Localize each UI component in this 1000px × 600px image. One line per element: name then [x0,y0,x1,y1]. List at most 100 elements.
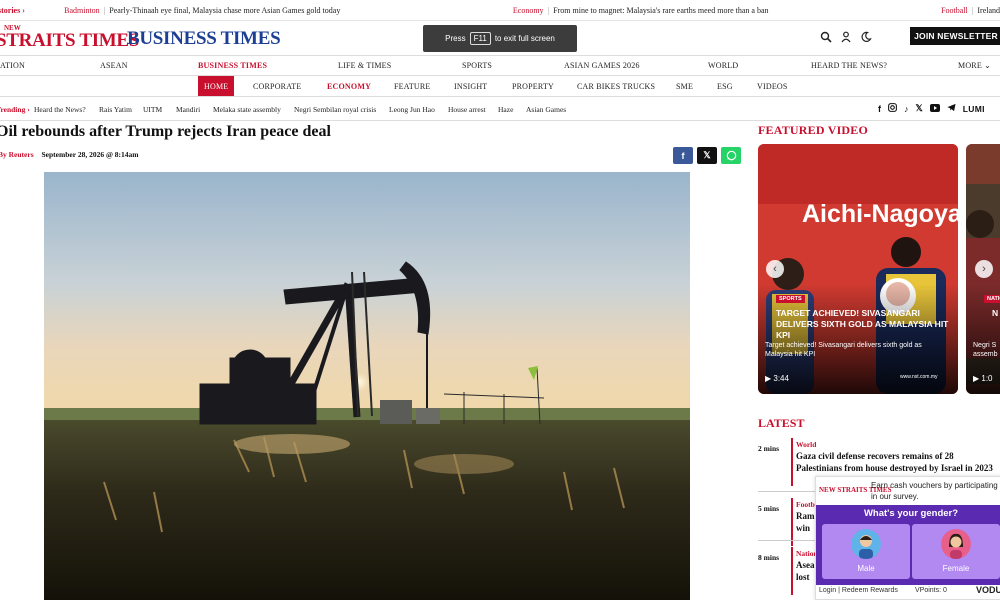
nav-item-asian-games[interactable]: ASIAN GAMES 2026 [564,61,640,70]
business-times-logo[interactable]: BUSINESS TIMES [127,28,281,50]
latest-item-title[interactable]: Ram win [796,510,816,534]
dark-mode-icon[interactable] [860,30,872,42]
facebook-icon[interactable]: f [878,104,881,114]
user-icon[interactable] [840,30,852,43]
trending-item[interactable]: Asian Games [526,105,566,114]
trending-item[interactable]: Negri Sembilan royal crisis [294,105,376,114]
ticker-category[interactable]: Football [941,6,968,15]
header-icons [820,30,872,43]
ticker-headline[interactable]: Pearly-Thinaah eye final, Malaysia chase… [109,6,340,15]
video-title[interactable]: TARGET ACHIEVED! SIVASANGARI DELIVERS SI… [776,308,952,341]
trending-item[interactable]: House arrest [448,105,486,114]
section-tab-car-bikes-trucks[interactable]: CAR BIKES TRUCKS [577,82,655,91]
survey-option-male[interactable]: Male [822,524,910,579]
tiktok-icon[interactable]: ♪ [904,104,909,114]
video-source: www.nst.com.my [900,374,938,380]
nav-item-more[interactable]: MORE ⌄ [958,61,991,70]
article-author[interactable]: By Reuters [0,150,34,159]
share-whatsapp-button[interactable] [721,147,741,164]
nav-item-asean[interactable]: ASEAN [100,61,128,70]
trending-bar: Trending › Heard the News? Rais Yatim UI… [0,97,1000,121]
section-tab-sme[interactable]: SME [676,82,693,91]
fullscreen-notice: Press F11 to exit full screen [423,25,577,52]
vodus-logo: VODU [976,585,1000,595]
site-header: NEW STRAITS TIMES BUSINESS TIMES Press F… [0,22,1000,56]
ticker-separator: | [971,5,974,15]
article-byline: By Reuters September 28, 2026 @ 8:14am [0,150,139,159]
female-avatar-icon [941,529,971,559]
ticker-category[interactable]: Economy [513,6,544,15]
latest-item-accent [791,438,793,486]
x-icon: 𝕏 [703,150,711,160]
section-tab-economy[interactable]: ECONOMY [327,82,371,91]
survey-vpoints: VPoints: 0 [915,587,947,594]
latest-item-time: 5 mins [758,504,780,513]
lumi-logo[interactable]: LUMI [963,104,985,114]
trending-item[interactable]: Heard the News? [34,105,86,114]
video-duration: ▶ 1:0 [973,374,993,383]
trending-item[interactable]: Rais Yatim [99,105,132,114]
featured-video-card[interactable]: NATION N F Negri S assemb ▶ 1:0 › [966,144,1000,394]
section-tab-videos[interactable]: VIDEOS [757,82,788,91]
latest-item-accent [791,498,793,546]
social-links: f ♪ 𝕏 LUMI [878,103,985,114]
latest-item-category[interactable]: World [796,440,816,449]
ticker-category[interactable]: Badminton [64,6,100,15]
nav-item-heard-the-news[interactable]: HEARD THE NEWS? [811,61,887,70]
video-caption: Negri S assemb [973,342,998,358]
survey-option-female[interactable]: Female [912,524,1000,579]
section-tab-property[interactable]: PROPERTY [512,82,554,91]
nav-item-life-times[interactable]: LIFE & TIMES [338,61,391,70]
nav-item-sports[interactable]: SPORTS [462,61,492,70]
video-title[interactable]: N F [992,308,1000,319]
nav-item-business-times[interactable]: BUSINESS TIMES [198,61,267,70]
trending-item[interactable]: Melaka state assembly [213,105,281,114]
instagram-icon[interactable] [888,103,897,114]
whatsapp-icon [726,150,736,161]
video-caption: Target achieved! Sivasangari delivers si… [765,342,922,358]
trending-item[interactable]: Haze [498,105,513,114]
nav-item-nation[interactable]: NATION [0,61,25,70]
carousel-prev-button[interactable]: ‹ [766,260,784,278]
featured-video-card[interactable]: Aichi-Nagoya SPORTS TARGET ACHIEVED! SIV… [758,144,958,394]
trending-item[interactable]: Leong Jun Hao [389,105,435,114]
carousel-next-button[interactable]: › [975,260,993,278]
latest-item-title[interactable]: Asea lost [796,559,816,583]
ticker-label: stories › [0,5,25,15]
trending-item[interactable]: Mandiri [176,105,200,114]
fullscreen-key: F11 [469,32,491,45]
section-tab-feature[interactable]: FEATURE [394,82,431,91]
ticker-separator: | [547,5,550,15]
article-date: September 28, 2026 @ 8:14am [41,150,139,159]
article-photo [44,172,690,600]
telegram-icon[interactable] [947,103,956,114]
fullscreen-notice-prefix: Press [445,34,466,43]
video-category-badge: SPORTS [776,295,805,303]
featured-video-heading: FEATURED VIDEO [758,123,869,137]
survey-login-link[interactable]: Login | Redeem Rewards [819,587,898,594]
youtube-icon[interactable] [929,103,940,114]
join-newsletter-button[interactable]: JOIN NEWSLETTER [910,27,1000,45]
latest-item-title[interactable]: Gaza civil defense recovers remains of 2… [796,450,996,474]
nav-item-world[interactable]: WORLD [708,61,738,70]
latest-item-accent [791,547,793,595]
video-category-badge: NATION [984,295,1000,303]
ticker-headline[interactable]: Ireland [977,6,1000,15]
video-banner-text: Aichi-Nagoya [802,200,958,228]
trending-item[interactable]: UITM [143,105,162,114]
article-headline: Oil rebounds after Trump rejects Iran pe… [0,123,331,140]
x-icon[interactable]: 𝕏 [916,103,923,114]
male-avatar-icon [851,529,881,559]
section-tab-home[interactable]: HOME [198,76,235,96]
nst-logo-text: STRAITS TIMES [0,30,140,51]
section-tab-esg[interactable]: ESG [717,82,733,91]
section-tab-insight[interactable]: INSIGHT [454,82,487,91]
share-x-button[interactable]: 𝕏 [697,147,717,164]
section-tab-corporate[interactable]: CORPORATE [253,82,301,91]
share-facebook-button[interactable]: f [673,147,693,164]
video-duration: ▶ 3:44 [765,374,789,383]
ticker-headline[interactable]: From mine to magnet: Malaysia's rare ear… [553,6,768,15]
chevron-right-icon: › [982,263,986,275]
search-icon[interactable] [820,30,832,43]
survey-widget: NEW STRAITS TIMES Earn cash vouchers by … [815,476,1000,600]
